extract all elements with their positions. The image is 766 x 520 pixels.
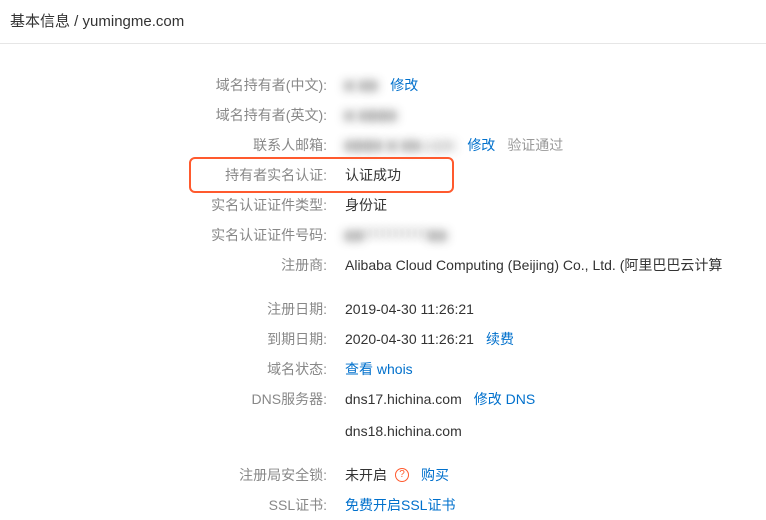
- label-exp-date: 到期日期:: [0, 329, 345, 349]
- value-dns2: dns18.hichina.com: [345, 421, 462, 441]
- whois-link[interactable]: 查看 whois: [345, 359, 413, 379]
- row-cert-no: 实名认证证件号码: ■■**********■■: [0, 220, 766, 250]
- row-holder-en: 域名持有者(英文): ■ ■■■■: [0, 100, 766, 130]
- label-cert-no: 实名认证证件号码:: [0, 225, 345, 245]
- info-panel: 域名持有者(中文): ■ ■■ 修改 域名持有者(英文): ■ ■■■■ 联系人…: [0, 44, 766, 520]
- row-holder-cn: 域名持有者(中文): ■ ■■ 修改: [0, 70, 766, 100]
- modify-dns-link[interactable]: 修改 DNS: [474, 389, 535, 409]
- label-status: 域名状态:: [0, 359, 345, 379]
- value-exp-date: 2020-04-30 11:26:21: [345, 329, 474, 349]
- value-realname: 认证成功: [345, 165, 401, 185]
- label-reg-date: 注册日期:: [0, 299, 345, 319]
- buy-lock-link[interactable]: 购买: [421, 465, 449, 485]
- label-cert-type: 实名认证证件类型:: [0, 195, 345, 215]
- row-registrar: 注册商: Alibaba Cloud Computing (Beijing) C…: [0, 250, 766, 280]
- renew-link[interactable]: 续费: [486, 329, 514, 349]
- row-dns2: dns18.hichina.com: [0, 416, 766, 446]
- value-holder-cn: ■ ■■: [345, 75, 378, 95]
- breadcrumb-prefix: 基本信息: [10, 13, 70, 30]
- value-email: ■■■■ ■ ■■.com: [345, 135, 455, 155]
- breadcrumb: 基本信息 / yumingme.com: [0, 0, 766, 44]
- modify-holder-cn-link[interactable]: 修改: [390, 75, 418, 95]
- value-registrar: Alibaba Cloud Computing (Beijing) Co., L…: [345, 255, 722, 275]
- value-cert-type: 身份证: [345, 195, 387, 215]
- label-ssl: SSL证书:: [0, 495, 345, 515]
- row-reg-date: 注册日期: 2019-04-30 11:26:21: [0, 294, 766, 324]
- label-holder-cn: 域名持有者(中文):: [0, 75, 345, 95]
- value-lock: 未开启: [345, 465, 387, 485]
- email-verified-text: 验证通过: [507, 135, 563, 155]
- row-email: 联系人邮箱: ■■■■ ■ ■■.com 修改 验证通过: [0, 130, 766, 160]
- label-holder-en: 域名持有者(英文):: [0, 105, 345, 125]
- help-icon[interactable]: ?: [395, 468, 409, 482]
- row-exp-date: 到期日期: 2020-04-30 11:26:21 续费: [0, 324, 766, 354]
- label-email: 联系人邮箱:: [0, 135, 345, 155]
- row-lock: 注册局安全锁: 未开启 ? 购买: [0, 460, 766, 490]
- value-dns1: dns17.hichina.com: [345, 389, 462, 409]
- row-dns: DNS服务器: dns17.hichina.com 修改 DNS: [0, 384, 766, 414]
- row-ssl: SSL证书: 免费开启SSL证书: [0, 490, 766, 520]
- value-reg-date: 2019-04-30 11:26:21: [345, 299, 474, 319]
- row-realname: 持有者实名认证: 认证成功: [0, 160, 766, 190]
- breadcrumb-sep: /: [70, 13, 83, 30]
- value-holder-en: ■ ■■■■: [345, 105, 397, 125]
- label-lock: 注册局安全锁:: [0, 465, 345, 485]
- enable-ssl-link[interactable]: 免费开启SSL证书: [345, 495, 455, 515]
- row-cert-type: 实名认证证件类型: 身份证: [0, 190, 766, 220]
- modify-email-link[interactable]: 修改: [467, 135, 495, 155]
- row-status: 域名状态: 查看 whois: [0, 354, 766, 384]
- breadcrumb-domain: yumingme.com: [83, 13, 185, 30]
- label-realname: 持有者实名认证:: [0, 165, 345, 185]
- label-dns: DNS服务器:: [0, 389, 345, 409]
- value-cert-no: ■■**********■■: [345, 225, 447, 245]
- label-registrar: 注册商:: [0, 255, 345, 275]
